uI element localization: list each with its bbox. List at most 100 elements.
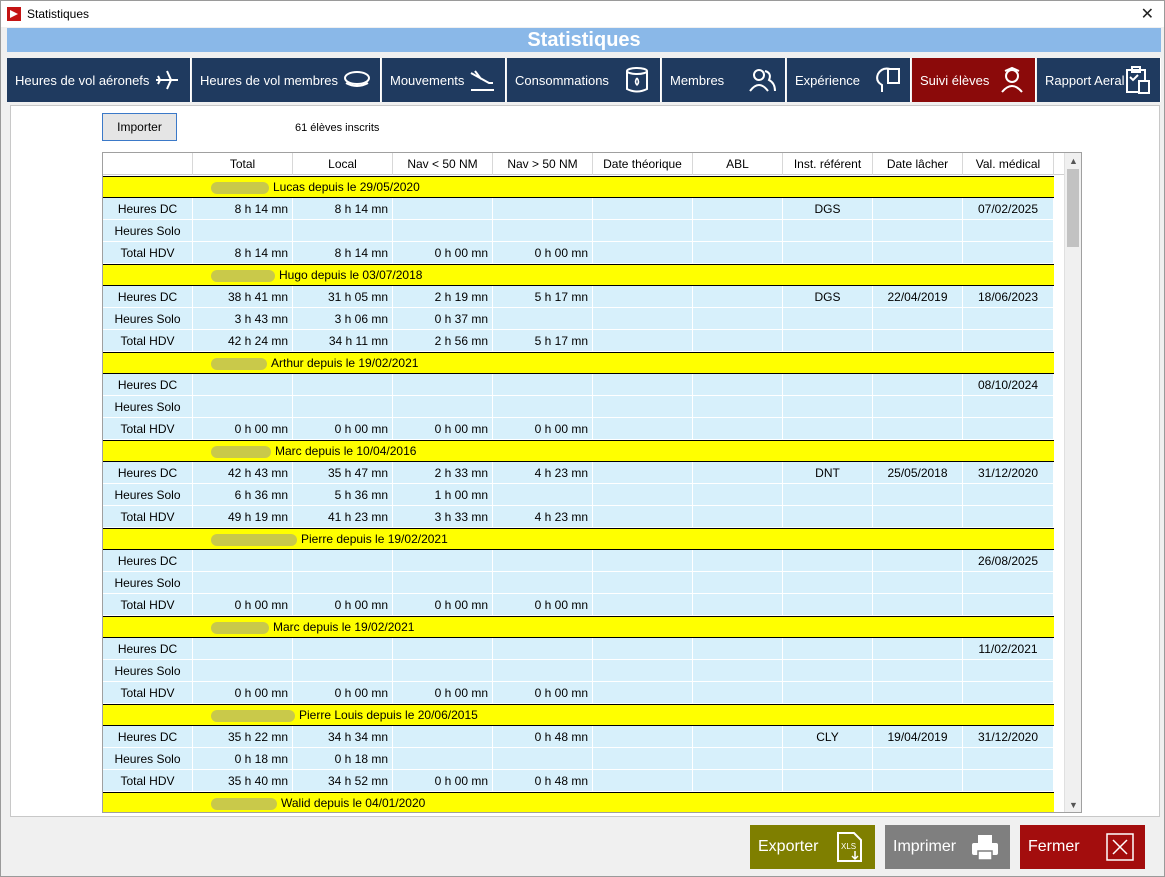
column-header: Date lâcher xyxy=(873,153,963,175)
table-cell: 2 h 19 mn xyxy=(393,286,493,308)
close-button[interactable]: Fermer xyxy=(1020,825,1145,869)
table-cell xyxy=(963,396,1054,418)
window-close-button[interactable]: ✕ xyxy=(1141,4,1154,24)
close-label: Fermer xyxy=(1028,838,1080,855)
table-row[interactable]: Total HDV 35 h 40 mn 34 h 52 mn 0 h 00 mn 0 … xyxy=(103,770,1054,792)
table-row[interactable]: Heures DC 35 h 22 mn 34 h 34 mn 0 h 48 mn CL… xyxy=(103,726,1054,748)
table-row[interactable]: Heures Solo 3 h 43 mn 3 h 06 mn 0 h 37 mn xyxy=(103,308,1054,330)
table-cell xyxy=(293,572,393,594)
table-cell xyxy=(693,374,783,396)
redacted-surname xyxy=(211,710,295,722)
table-row[interactable]: Heures DC 11/02/2021 xyxy=(103,638,1054,660)
table-row[interactable]: Heures Solo xyxy=(103,220,1054,242)
tab-aeral-report[interactable]: Rapport Aeral xyxy=(1037,58,1161,102)
table-cell xyxy=(873,748,963,770)
table-cell xyxy=(193,396,293,418)
app-logo-icon xyxy=(7,7,21,21)
table-row[interactable]: Heures DC 26/08/2025 xyxy=(103,550,1054,572)
column-header xyxy=(103,153,193,175)
column-header: ABL xyxy=(693,153,783,175)
student-name: Hugo depuis le 03/07/2018 xyxy=(279,268,423,282)
table-cell xyxy=(593,220,693,242)
row-label: Heures DC xyxy=(103,638,193,660)
table-row[interactable]: Total HDV 8 h 14 mn 8 h 14 mn 0 h 00 mn 0 h … xyxy=(103,242,1054,264)
print-label: Imprimer xyxy=(893,838,957,855)
tab-label: Heures de vol membres xyxy=(200,72,338,88)
student-header-band: Lucas depuis le 29/05/2020 xyxy=(103,176,1054,198)
grid-header: Total Local Nav < 50 NM Nav > 50 NM Date… xyxy=(103,153,1065,175)
table-cell xyxy=(593,770,693,792)
table-row[interactable]: Heures DC 38 h 41 mn 31 h 05 mn 2 h 19 mn 5 … xyxy=(103,286,1054,308)
table-cell xyxy=(493,484,593,506)
scroll-up-icon[interactable]: ▲ xyxy=(1069,156,1078,166)
table-cell xyxy=(493,550,593,572)
redacted-surname xyxy=(211,446,271,458)
import-button[interactable]: Importer xyxy=(102,113,177,141)
report-icon xyxy=(1126,66,1150,94)
row-label: Total HDV xyxy=(103,242,193,264)
table-cell: 0 h 37 mn xyxy=(393,308,493,330)
tab-experience[interactable]: Expérience xyxy=(787,58,911,102)
table-row[interactable]: Heures DC 8 h 14 mn 8 h 14 mn DGS 07/02/2025 xyxy=(103,198,1054,220)
tab-aircraft-hours[interactable]: Heures de vol aéronefs xyxy=(7,58,191,102)
table-cell xyxy=(593,638,693,660)
tab-student-tracking[interactable]: Suivi élèves xyxy=(912,58,1036,102)
student-name: Marc depuis le 19/02/2021 xyxy=(273,620,415,634)
table-cell xyxy=(783,660,873,682)
export-button[interactable]: Exporter XLS xyxy=(750,825,875,869)
table-cell xyxy=(963,506,1054,528)
table-row[interactable]: Heures Solo xyxy=(103,396,1054,418)
table-row[interactable]: Total HDV 0 h 00 mn 0 h 00 mn 0 h 00 mn 0 h … xyxy=(103,682,1054,704)
close-icon xyxy=(1106,833,1134,861)
table-cell: 07/02/2025 xyxy=(963,198,1054,220)
table-row[interactable]: Heures Solo 6 h 36 mn 5 h 36 mn 1 h 00 mn xyxy=(103,484,1054,506)
table-cell xyxy=(693,308,783,330)
table-row[interactable]: Heures Solo xyxy=(103,660,1054,682)
window-title: Statistiques xyxy=(27,7,90,21)
scroll-thumb[interactable] xyxy=(1067,169,1079,247)
table-row[interactable]: Heures DC 42 h 43 mn 35 h 47 mn 2 h 33 mn 4 … xyxy=(103,462,1054,484)
table-row[interactable]: Heures Solo xyxy=(103,572,1054,594)
table-cell xyxy=(783,594,873,616)
table-cell xyxy=(693,396,783,418)
table-row[interactable]: Heures DC 08/10/2024 xyxy=(103,374,1054,396)
tab-members[interactable]: Membres xyxy=(662,58,786,102)
table-cell xyxy=(963,242,1054,264)
tab-consumption[interactable]: Consommations xyxy=(507,58,661,102)
student-name: Marc depuis le 10/04/2016 xyxy=(275,444,417,458)
column-header: Inst. référent xyxy=(783,153,873,175)
table-cell xyxy=(783,638,873,660)
scroll-down-icon[interactable]: ▼ xyxy=(1069,800,1078,810)
table-row[interactable]: Total HDV 49 h 19 mn 41 h 23 mn 3 h 33 mn 4 … xyxy=(103,506,1054,528)
row-label: Heures Solo xyxy=(103,572,193,594)
table-cell xyxy=(493,748,593,770)
table-cell: 0 h 00 mn xyxy=(493,242,593,264)
table-cell xyxy=(873,242,963,264)
table-row[interactable]: Heures Solo 0 h 18 mn 0 h 18 mn xyxy=(103,748,1054,770)
table-cell xyxy=(873,484,963,506)
table-row[interactable]: Total HDV 42 h 24 mn 34 h 11 mn 2 h 56 mn 5 … xyxy=(103,330,1054,352)
table-cell xyxy=(963,748,1054,770)
table-cell: 0 h 00 mn xyxy=(493,594,593,616)
table-cell: 26/08/2025 xyxy=(963,550,1054,572)
table-cell: 35 h 22 mn xyxy=(193,726,293,748)
column-header: Nav > 50 NM xyxy=(493,153,593,175)
column-header: Val. médical xyxy=(963,153,1054,175)
table-cell: 0 h 00 mn xyxy=(493,682,593,704)
table-cell: 0 h 00 mn xyxy=(293,682,393,704)
table-cell: 19/04/2019 xyxy=(873,726,963,748)
table-cell: 0 h 00 mn xyxy=(293,418,393,440)
tab-member-hours[interactable]: Heures de vol membres xyxy=(192,58,381,102)
table-cell xyxy=(493,660,593,682)
vertical-scrollbar[interactable]: ▲ ▼ xyxy=(1064,153,1081,812)
table-cell xyxy=(963,308,1054,330)
experience-icon xyxy=(876,67,900,92)
table-row[interactable]: Total HDV 0 h 00 mn 0 h 00 mn 0 h 00 mn 0 h … xyxy=(103,418,1054,440)
tab-movements[interactable]: Mouvements xyxy=(382,58,506,102)
table-cell xyxy=(193,660,293,682)
table-row[interactable]: Total HDV 0 h 00 mn 0 h 00 mn 0 h 00 mn 0 h … xyxy=(103,594,1054,616)
table-cell: 38 h 41 mn xyxy=(193,286,293,308)
table-cell xyxy=(293,550,393,572)
table-cell xyxy=(873,506,963,528)
print-button[interactable]: Imprimer xyxy=(885,825,1010,869)
